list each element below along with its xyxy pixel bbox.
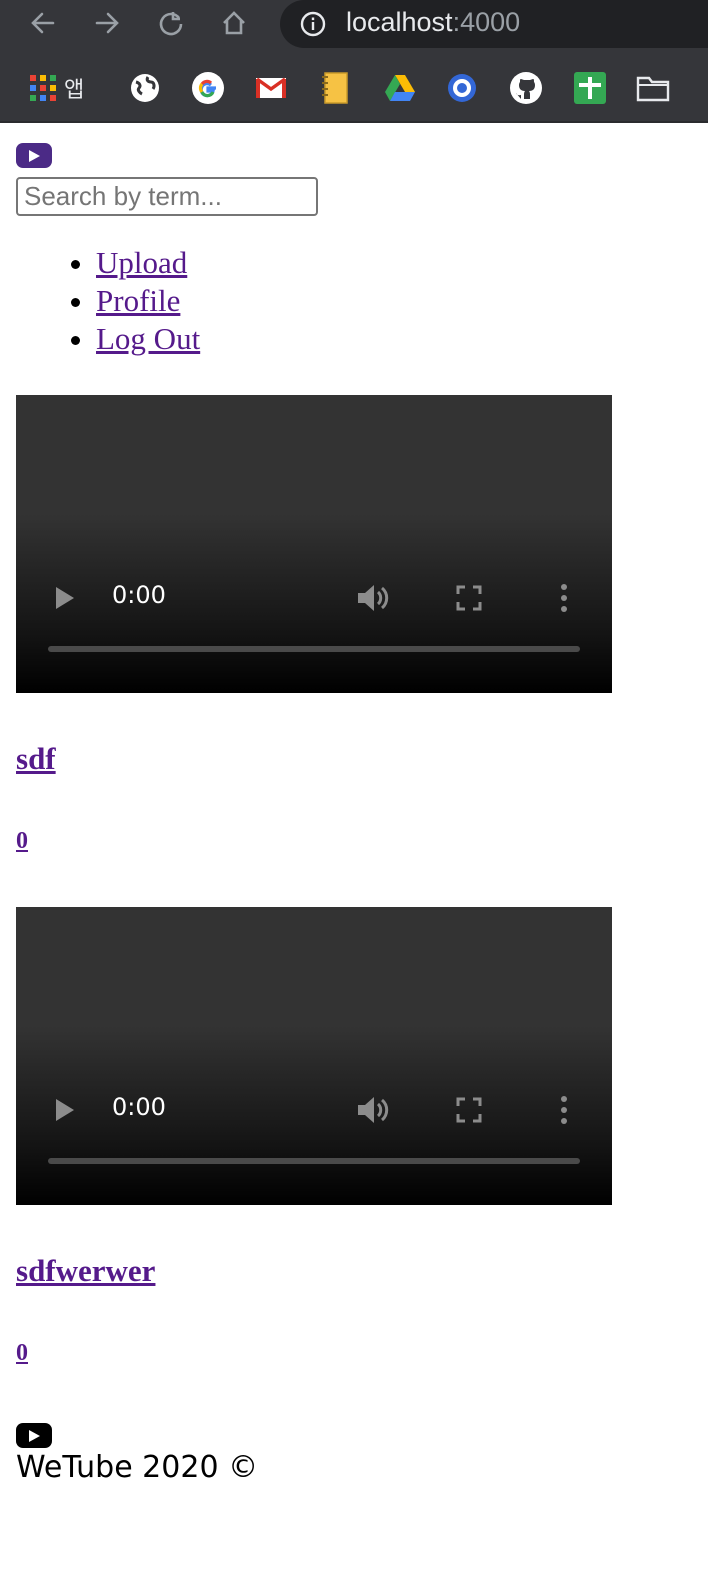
apps-grid-icon bbox=[30, 75, 56, 101]
youtube-icon bbox=[29, 1429, 40, 1442]
video-time: 0:00 bbox=[112, 581, 166, 609]
bookmark-drive[interactable] bbox=[384, 70, 416, 106]
video-title: sdf bbox=[16, 741, 56, 777]
upload-link[interactable]: Upload bbox=[96, 245, 187, 280]
video-views-link[interactable]: 0 bbox=[16, 1340, 28, 1366]
github-icon bbox=[510, 72, 542, 104]
url-text[interactable]: localhost:4000 bbox=[346, 7, 520, 38]
reload-button[interactable] bbox=[153, 6, 189, 40]
browser-toolbar: localhost:4000 bbox=[0, 0, 708, 48]
footer-copyright: WeTube 2020 © bbox=[16, 1450, 259, 1485]
video-player[interactable]: 0:00 bbox=[16, 395, 612, 693]
video-timeline[interactable] bbox=[48, 1158, 580, 1164]
nav-menu: Upload Profile Log Out bbox=[0, 244, 200, 358]
volume-icon[interactable] bbox=[356, 583, 390, 613]
volume-icon[interactable] bbox=[356, 1095, 390, 1125]
fullscreen-icon[interactable] bbox=[456, 1097, 482, 1123]
arrow-right-icon bbox=[95, 12, 119, 34]
back-button[interactable] bbox=[25, 6, 61, 40]
footer-logo bbox=[16, 1423, 52, 1448]
home-button[interactable] bbox=[216, 6, 252, 40]
video-views-link[interactable]: 0 bbox=[16, 828, 28, 854]
bookmark-google[interactable] bbox=[192, 70, 224, 106]
gmail-icon bbox=[256, 77, 286, 98]
more-options-icon[interactable] bbox=[559, 583, 569, 613]
google-drive-icon bbox=[385, 75, 415, 101]
google-icon bbox=[192, 72, 224, 104]
profile-link[interactable]: Profile bbox=[96, 283, 180, 318]
bookmarks-bar: 앱 bbox=[0, 58, 708, 116]
play-icon[interactable] bbox=[54, 585, 76, 611]
notebook-icon bbox=[322, 72, 348, 104]
arrow-left-icon bbox=[31, 12, 55, 34]
browser-chrome: localhost:4000 앱 bbox=[0, 0, 708, 123]
youtube-logo-icon bbox=[29, 149, 40, 162]
video-title-link[interactable]: sdfwerwer bbox=[16, 1253, 155, 1288]
play-icon[interactable] bbox=[54, 1097, 76, 1123]
video-views: 0 bbox=[16, 1340, 28, 1367]
nav-item-profile: Profile bbox=[96, 282, 200, 320]
nav-item-logout: Log Out bbox=[96, 320, 200, 358]
fullscreen-icon[interactable] bbox=[456, 585, 482, 611]
forward-button[interactable] bbox=[89, 6, 125, 40]
video-timeline[interactable] bbox=[48, 646, 580, 652]
bookmark-globe[interactable] bbox=[130, 70, 160, 106]
logo-link[interactable] bbox=[16, 143, 52, 168]
target-icon bbox=[448, 74, 476, 102]
nav-item-upload: Upload bbox=[96, 244, 200, 282]
video-player[interactable]: 0:00 bbox=[16, 907, 612, 1205]
bookmark-notebook[interactable] bbox=[322, 70, 348, 106]
search-input[interactable] bbox=[16, 177, 318, 216]
video-time: 0:00 bbox=[112, 1093, 166, 1121]
address-bar[interactable]: localhost:4000 bbox=[280, 0, 708, 48]
bookmark-github[interactable] bbox=[510, 70, 542, 106]
home-icon bbox=[223, 11, 245, 35]
folder-icon bbox=[636, 76, 670, 102]
bookmark-circle-app[interactable] bbox=[446, 70, 478, 106]
bookmark-apps[interactable]: 앱 bbox=[30, 70, 84, 106]
reload-icon bbox=[159, 12, 183, 36]
more-options-icon[interactable] bbox=[559, 1095, 569, 1125]
bookmark-folder[interactable] bbox=[636, 70, 670, 106]
video-title-link[interactable]: sdf bbox=[16, 741, 56, 776]
plus-icon bbox=[574, 72, 606, 104]
logout-link[interactable]: Log Out bbox=[96, 321, 200, 356]
video-title: sdfwerwer bbox=[16, 1253, 155, 1289]
bookmark-apps-label: 앱 bbox=[64, 78, 85, 103]
page-content: Upload Profile Log Out 0:00 sdf 0 0:00 s… bbox=[0, 123, 708, 1580]
bookmark-plus-app[interactable] bbox=[574, 70, 606, 106]
bookmark-gmail[interactable] bbox=[256, 70, 286, 106]
video-views: 0 bbox=[16, 828, 28, 855]
globe-icon bbox=[131, 74, 159, 102]
info-icon[interactable] bbox=[300, 11, 326, 37]
